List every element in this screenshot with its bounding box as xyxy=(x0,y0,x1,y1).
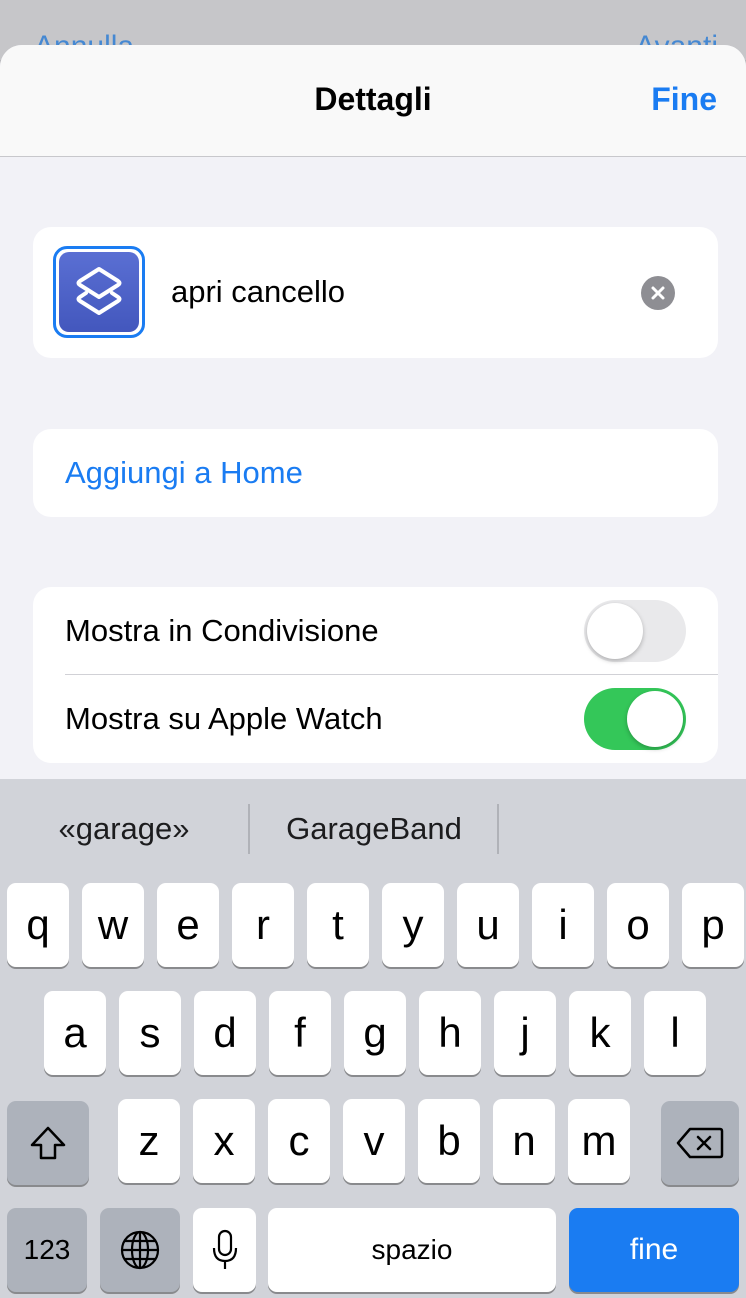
sheet-header: Dettagli Fine xyxy=(0,45,746,157)
key-a[interactable]: a xyxy=(44,991,106,1075)
shift-key[interactable] xyxy=(7,1101,89,1185)
key-g[interactable]: g xyxy=(344,991,406,1075)
key-y[interactable]: y xyxy=(382,883,444,967)
globe-key[interactable] xyxy=(100,1208,180,1292)
keyboard: «garage» GarageBand qwertyuiop asdfghjkl… xyxy=(0,779,746,1298)
key-t[interactable]: t xyxy=(307,883,369,967)
page-title: Dettagli xyxy=(314,81,432,117)
key-i[interactable]: i xyxy=(532,883,594,967)
key-e[interactable]: e xyxy=(157,883,219,967)
key-w[interactable]: w xyxy=(82,883,144,967)
key-p[interactable]: p xyxy=(682,883,744,967)
key-d[interactable]: d xyxy=(194,991,256,1075)
dictation-key[interactable] xyxy=(193,1208,256,1292)
delete-key[interactable] xyxy=(661,1101,739,1185)
key-h[interactable]: h xyxy=(419,991,481,1075)
clear-x-icon xyxy=(651,286,665,300)
share-sheet-toggle[interactable] xyxy=(584,600,686,662)
key-o[interactable]: o xyxy=(607,883,669,967)
numbers-key[interactable]: 123 xyxy=(7,1208,87,1292)
shortcut-icon-button[interactable] xyxy=(53,246,145,338)
toggle-knob xyxy=(587,603,643,659)
shift-arrow-icon xyxy=(30,1126,66,1160)
key-v[interactable]: v xyxy=(343,1099,405,1183)
share-sheet-label: Mostra in Condivisione xyxy=(65,613,379,648)
apple-watch-label: Mostra su Apple Watch xyxy=(65,701,383,736)
clear-text-button[interactable] xyxy=(641,276,675,310)
suggestion-bar: «garage» GarageBand xyxy=(0,779,746,879)
shortcuts-layers-icon xyxy=(59,252,139,332)
key-f[interactable]: f xyxy=(269,991,331,1075)
globe-icon xyxy=(120,1230,160,1270)
space-key[interactable]: spazio xyxy=(268,1208,556,1292)
key-s[interactable]: s xyxy=(119,991,181,1075)
share-sheet-row: Mostra in Condivisione xyxy=(33,587,718,675)
key-u[interactable]: u xyxy=(457,883,519,967)
apple-watch-row: Mostra su Apple Watch xyxy=(33,675,718,763)
add-to-home-card: Aggiungi a Home xyxy=(33,429,718,517)
key-n[interactable]: n xyxy=(493,1099,555,1183)
key-z[interactable]: z xyxy=(118,1099,180,1183)
key-l[interactable]: l xyxy=(644,991,706,1075)
toggles-card: Mostra in Condivisione Mostra su Apple W… xyxy=(33,587,718,763)
add-to-home-button[interactable]: Aggiungi a Home xyxy=(65,455,303,491)
toggle-knob xyxy=(627,691,683,747)
key-c[interactable]: c xyxy=(268,1099,330,1183)
apple-watch-toggle[interactable] xyxy=(584,688,686,750)
microphone-icon xyxy=(212,1229,237,1269)
shortcut-name-input[interactable] xyxy=(171,267,631,317)
return-key[interactable]: fine xyxy=(569,1208,739,1292)
shortcut-name-card xyxy=(33,227,718,358)
suggestion-1[interactable]: «garage» xyxy=(0,811,248,847)
suggestion-2[interactable]: GarageBand xyxy=(250,811,498,847)
key-q[interactable]: q xyxy=(7,883,69,967)
key-r[interactable]: r xyxy=(232,883,294,967)
suggestion-divider xyxy=(497,804,499,854)
key-m[interactable]: m xyxy=(568,1099,630,1183)
key-x[interactable]: x xyxy=(193,1099,255,1183)
done-button[interactable]: Fine xyxy=(651,81,717,118)
key-j[interactable]: j xyxy=(494,991,556,1075)
backspace-icon xyxy=(676,1127,724,1159)
key-b[interactable]: b xyxy=(418,1099,480,1183)
key-k[interactable]: k xyxy=(569,991,631,1075)
